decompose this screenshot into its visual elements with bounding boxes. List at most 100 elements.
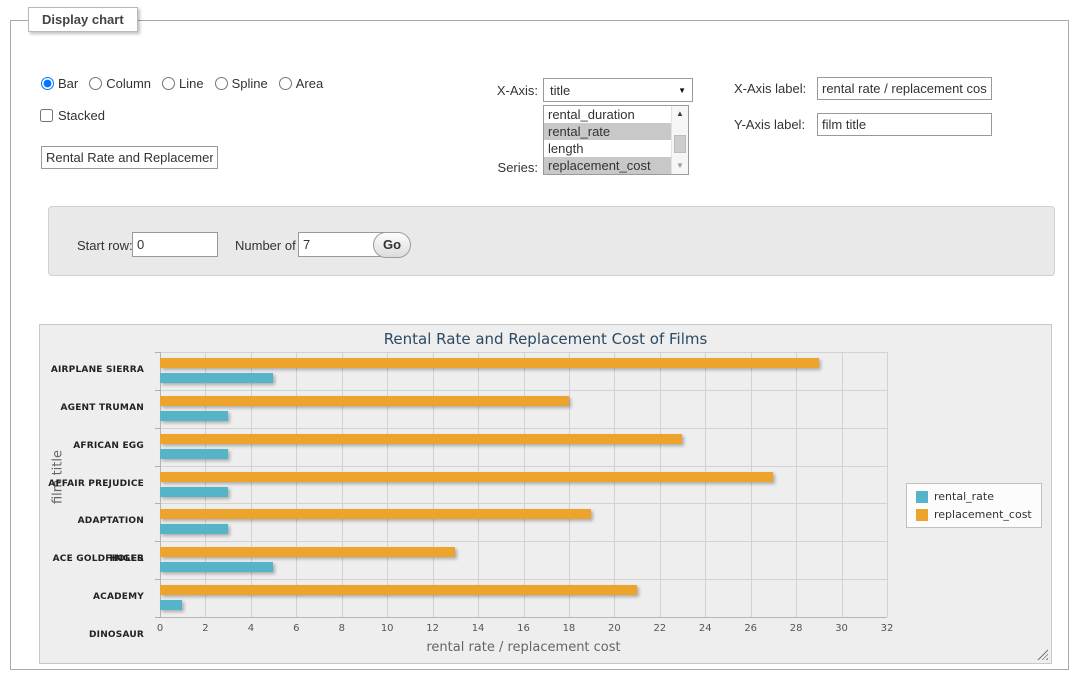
yaxis-label-caption: Y-Axis label: — [734, 117, 805, 132]
category-tick — [155, 428, 160, 429]
gridline — [160, 390, 887, 391]
category-tick — [155, 579, 160, 580]
series-option[interactable]: length — [544, 140, 671, 157]
category-tick — [155, 503, 160, 504]
bar-rental_rate[interactable] — [160, 449, 228, 459]
chart-type-option-area[interactable]: Area — [279, 76, 323, 91]
scrollbar-thumb[interactable] — [674, 135, 686, 153]
category-tick — [155, 617, 160, 618]
bar-replacement_cost[interactable] — [160, 396, 569, 406]
chart-title: Rental Rate and Replacement Cost of Film… — [40, 330, 1051, 348]
series-listbox[interactable]: rental_durationrental_ratelengthreplacem… — [543, 105, 689, 175]
category-label: ACADEMY DINOSAUR — [40, 579, 152, 617]
series-option[interactable]: replacement_cost — [544, 157, 671, 174]
legend-item-rental_rate[interactable]: rental_rate — [916, 490, 1032, 503]
stacked-label: Stacked — [58, 108, 105, 123]
x-axis-line — [160, 617, 887, 618]
series-listbox-scrollbar[interactable]: ▲ ▼ — [671, 106, 688, 174]
chart-type-option-spline[interactable]: Spline — [215, 76, 268, 91]
bar-replacement_cost[interactable] — [160, 358, 819, 368]
go-button[interactable]: Go — [373, 232, 411, 258]
series-listbox-label: Series: — [471, 160, 538, 175]
gridline — [660, 352, 661, 617]
x-tick-label: 2 — [202, 623, 208, 634]
scroll-down-icon[interactable]: ▼ — [672, 158, 688, 174]
stacked-checkbox[interactable] — [40, 109, 53, 122]
start-row-input[interactable] — [132, 232, 218, 257]
bar-replacement_cost[interactable] — [160, 434, 682, 444]
num-rows-input[interactable] — [298, 232, 384, 257]
legend-swatch-icon — [916, 509, 928, 521]
xaxis-selected-value: title — [550, 83, 678, 98]
x-tick-label: 8 — [339, 623, 345, 634]
chart-xaxis-title: rental rate / replacement cost — [160, 640, 887, 655]
category-label: AFFAIR PREJUDICE — [40, 466, 152, 504]
x-tick-label: 20 — [608, 623, 621, 634]
category-label: ADAPTATION HOLES — [40, 503, 152, 541]
chart-type-radio-group: Bar Column Line Spline Area — [41, 76, 323, 91]
bar-rental_rate[interactable] — [160, 600, 182, 610]
stacked-option[interactable]: Stacked — [40, 108, 105, 123]
x-tick-label: 16 — [517, 623, 530, 634]
x-tick-label: 30 — [835, 623, 848, 634]
chart-type-radio-area[interactable] — [279, 77, 292, 90]
xaxis-label-input[interactable] — [817, 77, 992, 100]
bar-rental_rate[interactable] — [160, 373, 273, 383]
gridline — [160, 352, 887, 353]
chart-type-option-line[interactable]: Line — [162, 76, 204, 91]
series-option[interactable]: rental_duration — [544, 106, 671, 123]
x-tick-label: 18 — [563, 623, 576, 634]
bar-rental_rate[interactable] — [160, 411, 228, 421]
x-tick-label: 6 — [293, 623, 299, 634]
bar-rental_rate[interactable] — [160, 487, 228, 497]
legend-label: rental_rate — [934, 490, 994, 503]
chart-title-input[interactable] — [41, 146, 218, 169]
category-label: AGENT TRUMAN — [40, 390, 152, 428]
category-tick — [155, 466, 160, 467]
bar-rental_rate[interactable] — [160, 562, 273, 572]
bar-replacement_cost[interactable] — [160, 585, 637, 595]
chart-type-option-column[interactable]: Column — [89, 76, 151, 91]
gridline — [842, 352, 843, 617]
scroll-up-icon[interactable]: ▲ — [672, 106, 688, 122]
bar-rental_rate[interactable] — [160, 524, 228, 534]
gridline — [296, 352, 297, 617]
xaxis-select[interactable]: title ▼ — [543, 78, 693, 102]
x-tick-label: 12 — [426, 623, 439, 634]
chart-type-radio-line[interactable] — [162, 77, 175, 90]
gridline — [524, 352, 525, 617]
gridline — [887, 352, 888, 617]
resize-grip-icon[interactable] — [1037, 649, 1048, 660]
chart-type-label-bar: Bar — [58, 76, 78, 91]
chart-legend: rental_rate replacement_cost — [906, 483, 1042, 528]
legend-swatch-icon — [916, 491, 928, 503]
chart-type-radio-spline[interactable] — [215, 77, 228, 90]
x-tick-label: 0 — [157, 623, 163, 634]
series-option[interactable]: rental_rate — [544, 123, 671, 140]
gridline — [160, 428, 887, 429]
legend-label: replacement_cost — [934, 508, 1032, 521]
y-axis-line — [160, 352, 161, 617]
yaxis-label-input[interactable] — [817, 113, 992, 136]
x-tick-label: 22 — [653, 623, 666, 634]
chart-type-radio-bar[interactable] — [41, 77, 54, 90]
category-tick — [155, 541, 160, 542]
bar-replacement_cost[interactable] — [160, 547, 455, 557]
bar-replacement_cost[interactable] — [160, 472, 773, 482]
x-tick-label: 24 — [699, 623, 712, 634]
chart-type-radio-column[interactable] — [89, 77, 102, 90]
gridline — [796, 352, 797, 617]
gridline — [569, 352, 570, 617]
chart-container: Rental Rate and Replacement Cost of Film… — [39, 324, 1052, 664]
gridline — [160, 466, 887, 467]
x-tick-label: 32 — [881, 623, 894, 634]
legend-item-replacement_cost[interactable]: replacement_cost — [916, 508, 1032, 521]
start-row-label: Start row: — [77, 238, 133, 253]
gridline — [705, 352, 706, 617]
bar-replacement_cost[interactable] — [160, 509, 591, 519]
category-tick — [155, 390, 160, 391]
chart-type-option-bar[interactable]: Bar — [41, 76, 78, 91]
chart-type-label-column: Column — [106, 76, 151, 91]
x-tick-label: 4 — [248, 623, 254, 634]
series-listbox-options: rental_durationrental_ratelengthreplacem… — [544, 106, 671, 174]
